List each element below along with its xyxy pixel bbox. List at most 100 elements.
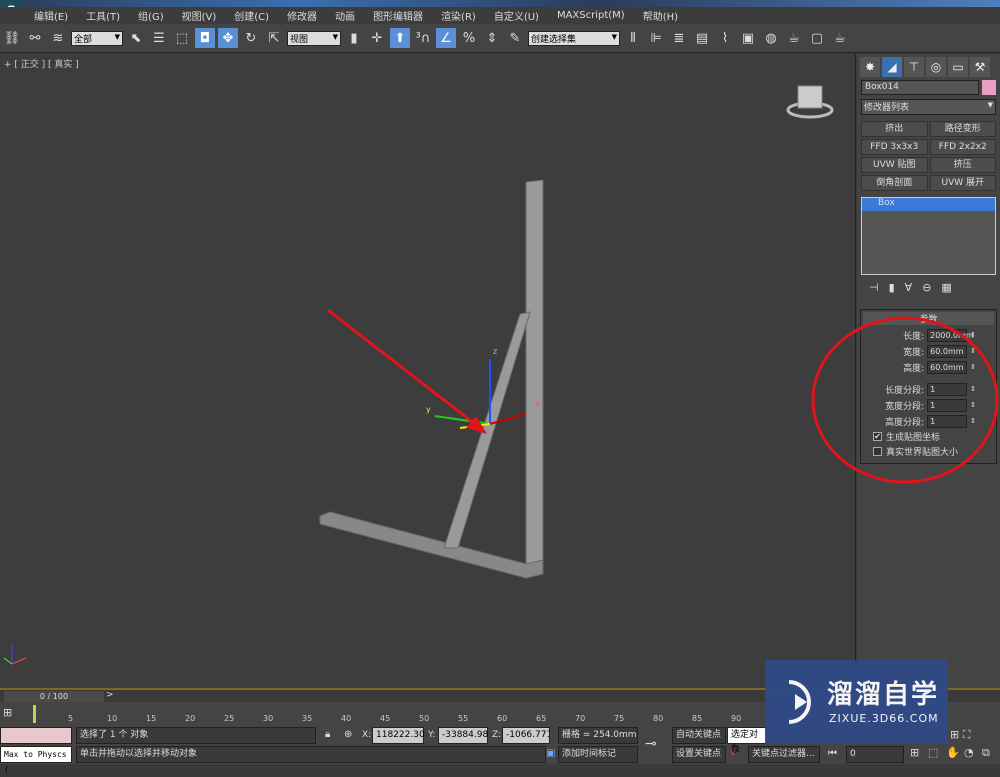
- object-color-swatch[interactable]: [982, 80, 996, 95]
- select-object-icon[interactable]: ⬉: [126, 28, 146, 48]
- menu-tools[interactable]: 工具(T): [86, 8, 120, 23]
- bind-space-warp-icon[interactable]: ≋: [48, 28, 68, 48]
- next-frame-icon[interactable]: >: [106, 690, 114, 700]
- key-filters-button[interactable]: 关键点过滤器...: [748, 746, 820, 763]
- select-by-name-icon[interactable]: ☰: [149, 28, 169, 48]
- menu-group[interactable]: 组(G): [138, 8, 164, 23]
- angle-snap-icon[interactable]: ∠: [436, 28, 456, 48]
- modifier-list-dropdown[interactable]: 修改器列表: [861, 99, 996, 115]
- y-coord-input[interactable]: -33884.98: [438, 727, 488, 744]
- select-scale-icon[interactable]: ⇱: [264, 28, 284, 48]
- maximize-viewport-icon[interactable]: ⧉: [982, 746, 990, 760]
- display-tab-icon[interactable]: ▭: [948, 57, 968, 77]
- link-icon[interactable]: ⛓: [2, 28, 22, 48]
- utilities-tab-icon[interactable]: ⚒: [970, 57, 990, 77]
- key-curve-icon[interactable]: √: [730, 747, 736, 758]
- layer-icon[interactable]: ≣: [669, 28, 689, 48]
- render-frame-icon[interactable]: ▢: [807, 28, 827, 48]
- zoom-icon[interactable]: ⊞: [910, 746, 919, 759]
- key-mode-dropdown[interactable]: 选定对象: [727, 727, 767, 755]
- track-bar-icon[interactable]: ⊞: [3, 706, 12, 719]
- pivot-icon[interactable]: ▮: [344, 28, 364, 48]
- scene-explorer-icon[interactable]: ▤: [692, 28, 712, 48]
- create-tab-icon[interactable]: ✸: [860, 57, 880, 77]
- z-coord-input[interactable]: -1066.771: [502, 727, 550, 744]
- modify-tab-icon[interactable]: ◢: [882, 57, 902, 77]
- key-icon[interactable]: ⊸: [645, 736, 657, 752]
- frame-tick-label: 30: [263, 714, 274, 723]
- named-selection-dropdown[interactable]: 创建选择集: [528, 30, 620, 46]
- time-slider[interactable]: 0 / 100: [4, 691, 104, 702]
- snap-3d-icon[interactable]: ³∩: [413, 28, 433, 48]
- pan-icon[interactable]: ✋: [946, 746, 960, 759]
- menu-create[interactable]: 创建(C): [234, 8, 269, 23]
- rect-selection-icon[interactable]: ⬚: [172, 28, 192, 48]
- time-marker[interactable]: [33, 705, 36, 723]
- lock-selection-icon[interactable]: 🔒︎: [325, 729, 330, 740]
- zoom-extents-icon[interactable]: ⊞ ⛶: [950, 728, 970, 742]
- menu-modifiers[interactable]: 修改器: [287, 8, 317, 23]
- time-tag-icon[interactable]: ▣: [546, 748, 555, 759]
- zoom-all-icon[interactable]: ⬚: [928, 746, 938, 759]
- menu-rendering[interactable]: 渲染(R): [441, 8, 476, 23]
- window-crossing-icon[interactable]: ◘: [195, 28, 215, 48]
- modifier-extrude-button[interactable]: 挤出: [861, 121, 928, 137]
- pin-stack-icon[interactable]: ⊣: [869, 281, 879, 299]
- menu-customize[interactable]: 自定义(U): [494, 8, 539, 23]
- frame-tick-label: 35: [302, 714, 313, 723]
- maxscript-mini-listener[interactable]: Max to Physcs (: [0, 746, 72, 774]
- motion-tab-icon[interactable]: ◎: [926, 57, 946, 77]
- maxscript-listener[interactable]: [0, 727, 72, 744]
- menu-views[interactable]: 视图(V): [182, 8, 217, 23]
- modifier-unwrap-uvw-button[interactable]: UVW 展开: [929, 175, 996, 191]
- edit-named-selection-icon[interactable]: ✎: [505, 28, 525, 48]
- manipulate-icon[interactable]: ✛: [367, 28, 387, 48]
- menu-edit[interactable]: 编辑(E): [34, 8, 68, 23]
- remove-modifier-icon[interactable]: ⊖: [922, 281, 931, 299]
- absolute-mode-icon[interactable]: ⊕: [344, 729, 352, 740]
- make-unique-icon[interactable]: ∀: [905, 281, 913, 299]
- modifier-uvw-map-button[interactable]: UVW 贴图: [861, 157, 928, 173]
- ref-coord-dropdown[interactable]: 视图: [287, 30, 341, 46]
- schematic-view-icon[interactable]: ▣: [738, 28, 758, 48]
- material-editor-icon[interactable]: ◍: [761, 28, 781, 48]
- spinner-snap-icon[interactable]: ⇕: [482, 28, 502, 48]
- modifier-path-deform-button[interactable]: 路径变形: [929, 121, 996, 137]
- auto-key-button[interactable]: 自动关键点: [672, 727, 726, 744]
- align-icon[interactable]: ⊫: [646, 28, 666, 48]
- box-object-frame[interactable]: [318, 179, 544, 579]
- set-key-button[interactable]: 设置关键点: [672, 746, 726, 763]
- mirror-icon[interactable]: ⫴: [623, 28, 643, 48]
- configure-sets-icon[interactable]: ▦: [941, 281, 951, 299]
- selection-filter-dropdown[interactable]: 全部: [71, 30, 123, 46]
- menu-animation[interactable]: 动画: [335, 8, 355, 23]
- unlink-icon[interactable]: ⚯: [25, 28, 45, 48]
- stack-item-box[interactable]: Box: [862, 198, 995, 211]
- render-teapot-icon[interactable]: ☕: [830, 28, 850, 48]
- transform-gizmo[interactable]: z x y: [426, 347, 540, 429]
- render-setup-icon[interactable]: ☕: [784, 28, 804, 48]
- hierarchy-tab-icon[interactable]: ⊤: [904, 57, 924, 77]
- show-end-result-icon[interactable]: ▮: [889, 281, 895, 299]
- x-coord-input[interactable]: 118222.30: [372, 727, 425, 744]
- orbit-icon[interactable]: ◔: [964, 746, 974, 759]
- add-time-tag[interactable]: 添加时间标记: [558, 746, 638, 763]
- menu-help[interactable]: 帮助(H): [643, 8, 678, 23]
- current-frame-input[interactable]: 0: [846, 746, 904, 763]
- menu-maxscript[interactable]: MAXScript(M): [557, 10, 625, 21]
- select-rotate-icon[interactable]: ↻: [241, 28, 261, 48]
- object-name-field[interactable]: Box014: [861, 80, 979, 95]
- select-move-icon[interactable]: ✥: [218, 28, 238, 48]
- modifier-bevel-profile-button[interactable]: 倒角剖面: [861, 175, 928, 191]
- viewcube-icon[interactable]: [786, 85, 834, 119]
- keyboard-shortcut-icon[interactable]: ⬆: [390, 28, 410, 48]
- goto-start-icon[interactable]: ⏮: [828, 748, 837, 759]
- modifier-ffd3-button[interactable]: FFD 3x3x3: [861, 139, 928, 155]
- curve-editor-icon[interactable]: ⌇: [715, 28, 735, 48]
- modifier-ffd2-button[interactable]: FFD 2x2x2: [929, 139, 996, 155]
- percent-snap-icon[interactable]: %: [459, 28, 479, 48]
- modifier-squeeze-button[interactable]: 挤压: [929, 157, 996, 173]
- menu-graph-editors[interactable]: 图形编辑器: [373, 8, 423, 23]
- viewport-orthographic[interactable]: + [ 正交 ] [ 真实 ] z x y: [0, 54, 856, 688]
- frame-tick-label: 40: [341, 714, 352, 723]
